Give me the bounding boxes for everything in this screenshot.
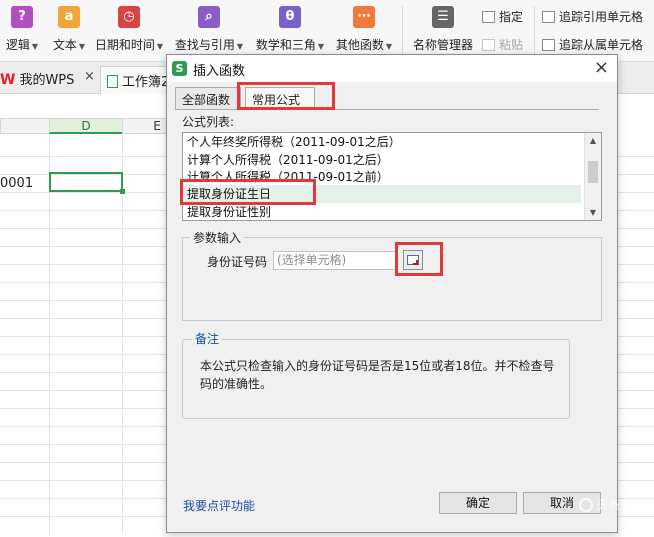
param-label: 身份证号码 — [207, 255, 268, 269]
close-icon[interactable]: × — [594, 57, 609, 78]
ribbon-paste-button[interactable]: 粘贴 — [482, 36, 523, 53]
trace-precedents-icon — [542, 11, 555, 23]
trace-precedents-label: 追踪引用单元格 — [559, 10, 644, 24]
parameter-group — [182, 237, 602, 321]
watermark-text: 头条号 — [595, 498, 632, 512]
tab-common-formulas[interactable]: 常用公式 — [245, 87, 315, 110]
dialog-title: 插入函数 — [193, 64, 246, 79]
dropdown-arrow-icon: ▼ — [156, 42, 164, 51]
feedback-link[interactable]: 我要点评功能 — [183, 497, 255, 514]
ok-button[interactable]: 确定 — [439, 492, 517, 514]
ribbon-other-label: 其他函数 — [335, 38, 384, 52]
watermark-logo-icon — [578, 498, 593, 512]
list-item[interactable]: 提取身份证性别 — [187, 203, 271, 220]
select-cell-button[interactable] — [403, 250, 423, 270]
paste-icon — [482, 39, 495, 51]
logic-function-icon: ? — [11, 6, 33, 28]
tab-my-wps[interactable]: W 我的WPS — [0, 69, 74, 88]
grid-icon — [482, 11, 495, 23]
trace-precedents-button[interactable]: 追踪引用单元格 — [542, 8, 643, 25]
datetime-function-icon: ◷ — [118, 6, 140, 28]
tab-all-functions[interactable]: 全部函数 — [175, 87, 241, 109]
wps-sheet-logo-icon: S — [172, 61, 187, 76]
chevron-down-icon[interactable]: ▼ — [585, 205, 601, 220]
selected-cell[interactable] — [49, 172, 125, 194]
dropdown-arrow-icon: ▼ — [236, 42, 244, 51]
paste-label: 粘贴 — [499, 38, 524, 52]
cell-picker-arrow-icon — [413, 260, 418, 265]
other-function-icon: ⋯ — [353, 6, 375, 28]
dropdown-arrow-icon: ▼ — [78, 42, 86, 51]
formula-list[interactable]: 个人年终奖所得税（2011-09-01之后） 计算个人所得税（2011-09-0… — [182, 132, 602, 221]
dropdown-arrow-icon: ▼ — [385, 42, 393, 51]
scrollbar-thumb[interactable] — [588, 161, 598, 183]
trace-dependents-label: 追踪从属单元格 — [559, 38, 644, 52]
fill-handle[interactable] — [120, 189, 125, 194]
ribbon-math-label: 数学和三角 — [255, 38, 316, 52]
tab-my-wps-label: 我的WPS — [19, 73, 75, 88]
trace-dependents-icon — [542, 39, 555, 51]
math-function-icon: θ — [279, 6, 301, 28]
formula-list-label: 公式列表: — [182, 115, 235, 129]
tab-workbook[interactable]: 工作簿2 — [100, 66, 170, 94]
wps-logo-icon: W — [0, 72, 16, 88]
ribbon-text-label: 文本 — [52, 38, 77, 52]
column-gridline — [122, 134, 123, 534]
id-number-input[interactable]: (选择单元格) — [273, 251, 397, 270]
list-scrollbar[interactable]: ▲ ▼ — [584, 133, 601, 220]
insert-function-dialog: S 插入函数 × 全部函数 常用公式 公式列表: 个人年终奖所得税（2011-0… — [166, 54, 618, 533]
name-manager-icon: ☰ — [432, 6, 454, 28]
ribbon-datetime-label: 日期和时间 — [94, 38, 155, 52]
list-item[interactable]: 个人年终奖所得税（2011-09-01之后） — [187, 133, 401, 151]
tab-divider — [175, 109, 599, 110]
ribbon-logic-button[interactable]: ? 逻辑 ▼ — [4, 4, 40, 53]
tab-close-icon[interactable]: × — [84, 69, 95, 84]
ribbon-math-button[interactable]: θ 数学和三角 ▼ — [253, 4, 327, 53]
ribbon-text-button[interactable]: a 文本 ▼ — [48, 4, 90, 53]
note-text: 本公式只检查输入的身份证号码是否是15位或者18位。并不检查号码的准确性。 — [200, 359, 555, 391]
column-gridline — [49, 134, 50, 534]
watermark: 头条号 — [578, 496, 632, 513]
list-item[interactable]: 计算个人所得税（2011-09-01之前） — [187, 168, 389, 186]
chevron-up-icon[interactable]: ▲ — [585, 133, 601, 148]
ribbon-other-button[interactable]: ⋯ 其他函数 ▼ — [333, 4, 395, 53]
lookup-function-icon: ⌕ — [198, 6, 220, 28]
ribbon-separator — [402, 6, 403, 56]
text-function-icon: a — [58, 6, 80, 28]
ribbon-specify-button[interactable]: 指定 — [482, 8, 523, 25]
spreadsheet-icon — [107, 75, 118, 88]
specify-label: 指定 — [499, 10, 524, 24]
column-header-prev[interactable] — [0, 118, 50, 134]
dropdown-arrow-icon: ▼ — [317, 42, 325, 51]
note-group-title: 备注 — [192, 330, 223, 347]
list-item-selected[interactable]: 提取身份证生日 — [184, 185, 581, 203]
trace-dependents-button[interactable]: 追踪从属单元格 — [542, 36, 643, 53]
cell-value[interactable]: 0001 — [0, 176, 33, 191]
ribbon-datetime-button[interactable]: ◷ 日期和时间 ▼ — [93, 4, 165, 53]
ribbon-name-manager-label: 名称管理器 — [412, 38, 473, 52]
ribbon-lookup-label: 查找与引用 — [174, 38, 235, 52]
column-header-d[interactable]: D — [49, 118, 123, 134]
ribbon-toolbar: ? 逻辑 ▼ a 文本 ▼ ◷ 日期和时间 ▼ ⌕ 查找与引用 ▼ θ 数学和三角 ▼ ⋯… — [0, 0, 654, 62]
ribbon-logic-label: 逻辑 — [5, 38, 30, 52]
ribbon-separator — [534, 6, 535, 56]
ribbon-lookup-button[interactable]: ⌕ 查找与引用 ▼ — [172, 4, 246, 53]
parameter-group-title: 参数输入 — [190, 229, 245, 246]
list-item[interactable]: 计算个人所得税（2011-09-01之后） — [187, 151, 389, 169]
dropdown-arrow-icon: ▼ — [31, 42, 39, 51]
ribbon-name-manager-button[interactable]: ☰ 名称管理器 — [410, 4, 476, 53]
tab-workbook-label: 工作簿2 — [122, 75, 170, 90]
dialog-title-bar[interactable]: S 插入函数 × — [167, 55, 617, 82]
